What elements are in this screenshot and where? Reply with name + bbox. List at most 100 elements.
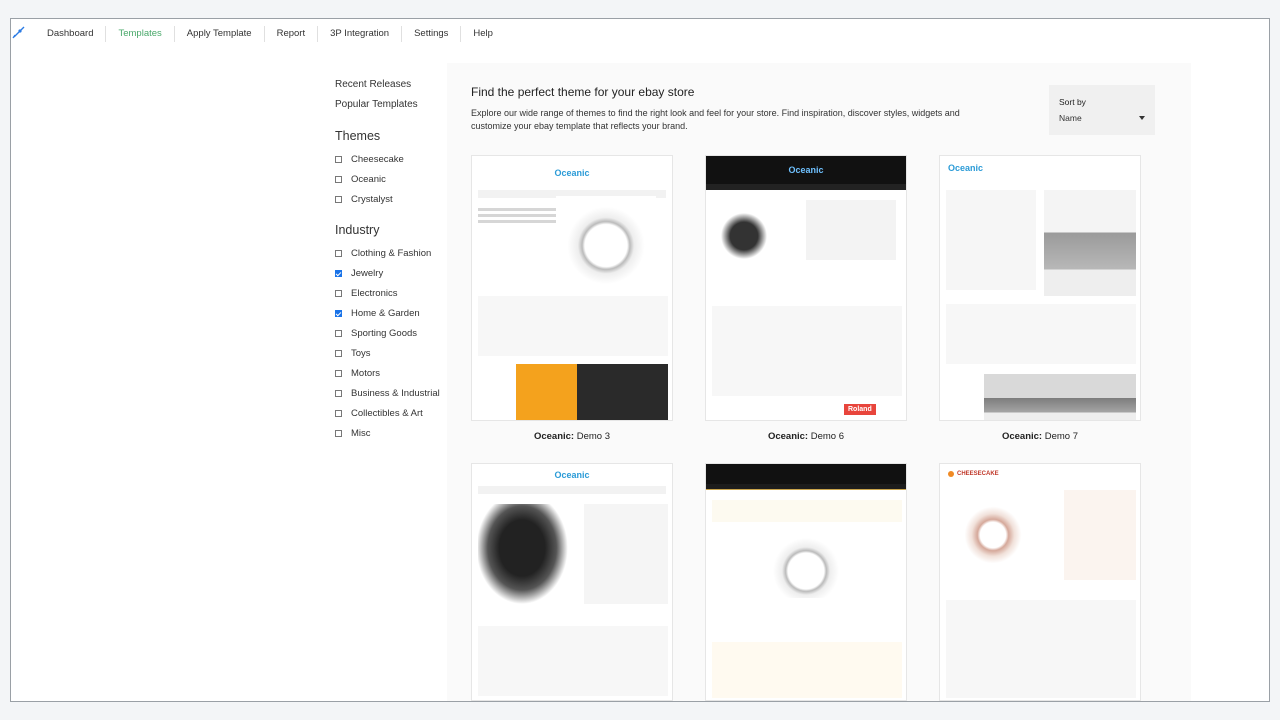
thumbnail-menu (706, 184, 906, 190)
top-navigation: Dashboard Templates Apply Template Repor… (11, 19, 1269, 49)
checkbox-checked[interactable] (335, 269, 342, 277)
checkbox[interactable] (335, 155, 342, 163)
checkbox[interactable] (335, 175, 342, 183)
nav-apply-template[interactable]: Apply Template (175, 26, 265, 42)
drum-image (712, 196, 792, 296)
nav-templates[interactable]: Templates (106, 26, 175, 42)
filter-industry-collectibles[interactable]: Collectibles & Art (335, 403, 455, 423)
thumbnail-header: Oceanic (706, 156, 906, 184)
template-thumbnail[interactable]: Oceanic (471, 463, 673, 701)
brand-tag: Roland (844, 404, 876, 415)
thumbnail-logo: Oceanic (948, 163, 984, 173)
page-title: Find the perfect theme for your ebay sto… (471, 85, 695, 99)
checkbox-checked[interactable] (335, 309, 342, 317)
checkbox[interactable] (335, 389, 342, 397)
filter-industry-toys[interactable]: Toys (335, 343, 455, 363)
template-card-oceanic-demo-7[interactable]: Oceanic Oceanic: Demo 7 (939, 155, 1141, 442)
template-card-cheesecake-watch[interactable]: CHEESECAKE (939, 463, 1141, 701)
checkbox[interactable] (335, 249, 342, 257)
template-thumbnail[interactable] (705, 463, 907, 701)
cheesecake-logo-icon (948, 471, 954, 477)
demo-name: Demo 7 (1044, 431, 1079, 442)
page-description: Explore our wide range of themes to find… (471, 108, 960, 131)
filter-theme-oceanic[interactable]: Oceanic (335, 169, 455, 189)
filter-label: Sporting Goods (351, 327, 418, 339)
description-block (712, 642, 902, 698)
template-card-oceanic-demo-3[interactable]: Oceanic Oceanic: Demo 3 (471, 155, 673, 442)
thumbnail-logo: Oceanic (554, 168, 590, 178)
knives-image (478, 504, 576, 614)
filter-industry-home-garden[interactable]: Home & Garden (335, 303, 455, 323)
checkbox[interactable] (335, 429, 342, 437)
checkbox[interactable] (335, 369, 342, 377)
text-line (478, 220, 558, 223)
product-details (584, 504, 668, 604)
nav-3p-integration[interactable]: 3P Integration (318, 26, 403, 42)
templates-panel: Find the perfect theme for your ebay sto… (447, 63, 1191, 701)
sort-box: Sort by Name (1049, 85, 1155, 135)
sort-select[interactable]: Name (1059, 113, 1145, 123)
template-thumbnail[interactable]: Oceanic Roland (705, 155, 907, 421)
filter-label: Misc (351, 427, 371, 439)
description-block (712, 306, 902, 396)
template-card-oceanic-demo-6[interactable]: Oceanic Roland Oceanic: Demo 6 (705, 155, 907, 442)
product-details (1064, 490, 1136, 580)
template-caption: Oceanic: Demo 7 (939, 431, 1141, 442)
thumbnail-logo: Oceanic (554, 470, 590, 480)
thumbnail-header: Oceanic (940, 156, 1140, 180)
text-line (478, 214, 558, 217)
nav-report[interactable]: Report (265, 26, 319, 42)
recent-releases-link[interactable]: Recent Releases (335, 75, 455, 95)
filter-industry-electronics[interactable]: Electronics (335, 283, 455, 303)
themes-heading: Themes (335, 129, 381, 143)
popular-templates-link[interactable]: Popular Templates (335, 95, 455, 115)
checkbox[interactable] (335, 329, 342, 337)
ring-image (556, 196, 656, 286)
filter-label: Electronics (351, 287, 398, 299)
rocket-icon[interactable] (11, 26, 25, 40)
filter-label: Toys (351, 347, 371, 359)
theme-name: Oceanic: (533, 431, 575, 442)
demo-name: Demo 6 (810, 431, 845, 442)
filter-label: Crystalyst (351, 193, 393, 205)
description-block (946, 600, 1136, 698)
product-title-block (712, 500, 902, 522)
template-thumbnail[interactable]: CHEESECAKE (939, 463, 1141, 701)
filter-industry-misc[interactable]: Misc (335, 423, 455, 443)
checkbox[interactable] (335, 349, 342, 357)
demo-name: Demo 3 (576, 431, 611, 442)
description-block (946, 304, 1136, 364)
nav-list: Dashboard Templates Apply Template Repor… (35, 26, 505, 42)
template-caption: Oceanic: Demo 6 (705, 431, 907, 442)
nav-dashboard[interactable]: Dashboard (35, 26, 107, 42)
thumbnail-header (706, 464, 906, 484)
filter-industry-clothing[interactable]: Clothing & Fashion (335, 243, 455, 263)
filter-theme-cheesecake[interactable]: Cheesecake (335, 149, 455, 169)
filter-industry-jewelry[interactable]: Jewelry (335, 263, 455, 283)
thumbnail-menu (706, 484, 906, 490)
sort-value: Name (1059, 113, 1082, 123)
filter-label: Business & Industrial (351, 387, 440, 399)
filter-industry-business[interactable]: Business & Industrial (335, 383, 455, 403)
checkbox[interactable] (335, 409, 342, 417)
checkbox[interactable] (335, 289, 342, 297)
nav-help[interactable]: Help (461, 26, 505, 42)
template-card-jewelry-ring[interactable] (705, 463, 907, 701)
template-thumbnail[interactable]: Oceanic (471, 155, 673, 421)
template-thumbnail[interactable]: Oceanic (939, 155, 1141, 421)
product-details (946, 190, 1036, 290)
thumbnail-header: Oceanic (472, 464, 672, 486)
nav-settings[interactable]: Settings (402, 26, 462, 42)
description-block (478, 626, 668, 696)
thumbnail-logo: Oceanic (788, 165, 824, 175)
description-block (478, 296, 668, 356)
filter-theme-crystalyst[interactable]: Crystalyst (335, 189, 455, 209)
template-caption: Oceanic: Demo 3 (471, 431, 673, 442)
template-card-oceanic-knives[interactable]: Oceanic (471, 463, 673, 701)
filter-industry-motors[interactable]: Motors (335, 363, 455, 383)
checkbox[interactable] (335, 195, 342, 203)
filter-label: Oceanic (351, 173, 386, 185)
filter-label: Home & Garden (351, 307, 420, 319)
filter-label: Clothing & Fashion (351, 247, 432, 259)
filter-industry-sporting-goods[interactable]: Sporting Goods (335, 323, 455, 343)
